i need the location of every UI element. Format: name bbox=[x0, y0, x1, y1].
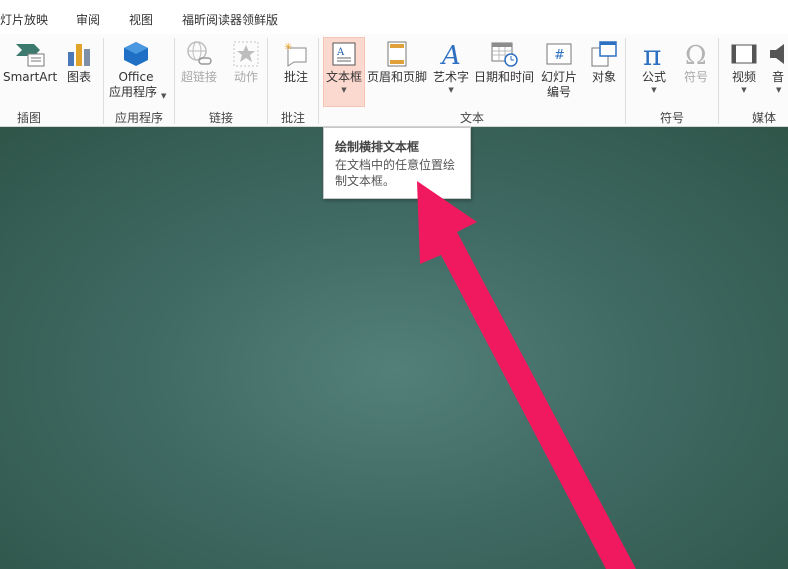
star-action-icon bbox=[229, 38, 263, 70]
chevron-down-icon: ▼ bbox=[741, 86, 747, 94]
office-apps-label-1: Office bbox=[118, 70, 154, 84]
tab-slideshow[interactable]: 灯片放映 bbox=[0, 11, 48, 28]
svg-text:✳: ✳ bbox=[284, 42, 292, 53]
pi-icon: π bbox=[637, 38, 671, 70]
video-button[interactable]: 视频 ▼ bbox=[727, 38, 761, 94]
tab-view[interactable]: 视图 bbox=[129, 11, 153, 28]
chevron-down-icon: ▼ bbox=[341, 86, 347, 94]
group-label-symbols: 符号 bbox=[660, 111, 685, 125]
object-button[interactable]: 对象 bbox=[587, 38, 621, 85]
header-footer-button[interactable]: 页眉和页脚 bbox=[367, 38, 427, 85]
datetime-button[interactable]: 日期和时间 bbox=[474, 38, 534, 85]
tab-review[interactable]: 审阅 bbox=[76, 11, 100, 28]
slide-number-icon: # bbox=[542, 38, 576, 70]
wordart-button[interactable]: A 艺术字 ▼ bbox=[433, 38, 469, 94]
svg-text:A: A bbox=[440, 41, 461, 68]
smartart-button[interactable]: SmartArt bbox=[3, 38, 57, 85]
smartart-icon bbox=[13, 38, 47, 70]
slide-number-label-2: 编号 bbox=[547, 85, 572, 99]
calendar-clock-icon bbox=[487, 38, 521, 70]
slide-number-label-1: 幻灯片 bbox=[541, 70, 578, 84]
comment-button[interactable]: ✳ 批注 bbox=[279, 38, 313, 85]
object-icon bbox=[587, 38, 621, 70]
object-label: 对象 bbox=[591, 70, 616, 84]
office-apps-label-2: 应用程序 bbox=[109, 85, 158, 99]
slide-number-button[interactable]: # 幻灯片 编号 bbox=[541, 38, 577, 100]
header-footer-icon bbox=[380, 38, 414, 70]
group-separator bbox=[174, 38, 175, 124]
smartart-label: SmartArt bbox=[3, 70, 58, 84]
chevron-down-icon: ▼ bbox=[161, 92, 167, 100]
textbox-button[interactable]: A 文本框 ▼ bbox=[323, 37, 365, 107]
chevron-down-icon: ▼ bbox=[448, 86, 454, 94]
tooltip-title: 绘制横排文本框 bbox=[335, 140, 420, 154]
menu-bar: 灯片放映 审阅 视图 福昕阅读器领鲜版 bbox=[0, 0, 788, 35]
group-label-links: 链接 bbox=[209, 111, 234, 125]
datetime-label: 日期和时间 bbox=[474, 70, 535, 84]
textbox-label: 文本框 bbox=[325, 70, 362, 84]
group-separator bbox=[267, 38, 268, 124]
bar-chart-icon bbox=[62, 38, 96, 70]
speaker-icon bbox=[768, 38, 788, 70]
symbol-button[interactable]: Ω 符号 bbox=[679, 38, 713, 85]
group-label-illustrations: 插图 bbox=[17, 111, 42, 125]
action-button[interactable]: 动作 bbox=[229, 38, 263, 85]
hyperlink-icon bbox=[182, 38, 216, 70]
group-label-text: 文本 bbox=[460, 111, 485, 125]
hyperlink-label: 超链接 bbox=[181, 70, 218, 84]
comment-label: 批注 bbox=[283, 70, 308, 84]
group-separator bbox=[718, 38, 719, 124]
audio-label: 音 bbox=[772, 70, 785, 84]
group-label-comments: 批注 bbox=[281, 111, 306, 125]
svg-text:A: A bbox=[336, 47, 345, 58]
chart-button[interactable]: 图表 bbox=[62, 38, 96, 85]
equation-label: 公式 bbox=[641, 70, 666, 84]
office-apps-icon bbox=[119, 38, 153, 70]
video-label: 视频 bbox=[731, 70, 756, 84]
group-separator bbox=[625, 38, 626, 124]
omega-icon: Ω bbox=[679, 38, 713, 70]
wordart-icon: A bbox=[434, 38, 468, 70]
chart-label: 图表 bbox=[66, 70, 91, 84]
chevron-down-icon: ▼ bbox=[651, 86, 657, 94]
textbox-tooltip: 绘制横排文本框 在文档中的任意位置绘制文本框。 bbox=[323, 127, 471, 199]
hyperlink-button[interactable]: 超链接 bbox=[181, 38, 217, 85]
action-label: 动作 bbox=[233, 70, 258, 84]
film-icon bbox=[727, 38, 761, 70]
chevron-down-icon: ▼ bbox=[776, 86, 782, 94]
svg-text:π: π bbox=[643, 40, 661, 68]
equation-button[interactable]: π 公式 ▼ bbox=[637, 38, 671, 94]
tooltip-description: 在文档中的任意位置绘制文本框。 bbox=[335, 158, 456, 188]
textbox-icon: A bbox=[327, 38, 361, 70]
symbol-label: 符号 bbox=[683, 70, 708, 84]
group-label-media: 媒体 bbox=[752, 111, 777, 125]
audio-button[interactable]: 音 ▼ bbox=[768, 38, 788, 94]
ribbon-insert: SmartArt 图表 Office 应用程序 ▼ 超链接 动作 ✳ 批注 A … bbox=[0, 34, 788, 127]
group-separator bbox=[103, 38, 104, 124]
office-apps-button[interactable]: Office 应用程序 bbox=[109, 38, 163, 100]
tab-foxit[interactable]: 福昕阅读器领鲜版 bbox=[182, 11, 278, 28]
header-footer-label: 页眉和页脚 bbox=[367, 70, 428, 84]
svg-text:Ω: Ω bbox=[685, 41, 707, 68]
group-label-apps: 应用程序 bbox=[115, 111, 164, 125]
comment-icon: ✳ bbox=[279, 38, 313, 70]
svg-text:#: # bbox=[554, 48, 565, 63]
wordart-label: 艺术字 bbox=[433, 70, 470, 84]
group-separator bbox=[318, 38, 319, 124]
